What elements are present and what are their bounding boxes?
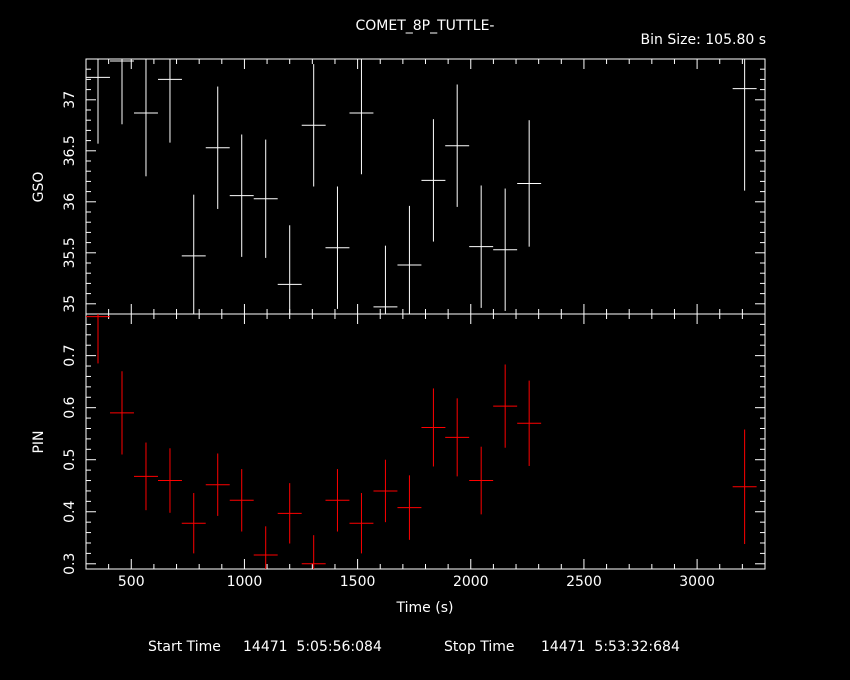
stop-time-value: 14471 5:53:32:684: [541, 639, 680, 655]
gso-y-tick-label: 36.5: [62, 135, 78, 166]
gso-y-tick-label: 35: [62, 295, 78, 313]
footer-times: Start Time 14471 5:05:56:084 Stop Time 1…: [148, 639, 680, 655]
gso-y-axis-label: GSO: [31, 172, 47, 203]
pin-y-tick-label: 0.6: [62, 396, 78, 418]
x-tick-label: 1500: [340, 574, 376, 590]
x-tick-label: 2000: [453, 574, 489, 590]
x-tick-label: 3000: [679, 574, 715, 590]
gso-y-tick-label: 35.5: [62, 237, 78, 268]
pin-panel: 500 1000 1500 2000 2500 3000 0.3 0.4 0.5 0.6 0.7 P…: [31, 313, 766, 616]
pin-y-tick-label: 0.7: [62, 344, 78, 366]
pin-y-tick-label: 0.3: [62, 553, 78, 575]
x-axis-label: Time (s): [396, 600, 454, 616]
pin-y-tick-label: 0.5: [62, 449, 78, 471]
gso-plot-frame: [85, 58, 766, 315]
pin-y-axis-label: PIN: [31, 430, 47, 453]
stop-time-label: Stop Time: [444, 639, 515, 655]
lightcurve-figure: COMET_8P_TUTTLE- Bin Size: 105.80 s 3535…: [31, 18, 766, 655]
gso-y-tick-label: 37: [62, 91, 78, 109]
pin-data-points: [86, 314, 757, 569]
gso-data-points: [86, 59, 757, 314]
gso-panel: 35 35.5 36 36.5 37 GSO: [31, 58, 766, 315]
pin-plot-frame: [85, 313, 766, 570]
start-time-label: Start Time: [148, 639, 221, 655]
x-tick-label: 2500: [566, 574, 602, 590]
x-tick-label: 1000: [227, 574, 263, 590]
gso-axis-ticks: 35 35.5 36 36.5 37: [62, 59, 766, 315]
pin-axis-ticks: 500 1000 1500 2000 2500 3000 0.3 0.4 0.5 0.6 0.7: [62, 314, 766, 590]
gso-y-tick-label: 36: [62, 193, 78, 211]
x-tick-label: 500: [118, 574, 145, 590]
bin-size-label: Bin Size: 105.80 s: [641, 32, 766, 48]
start-time-value: 14471 5:05:56:084: [243, 639, 382, 655]
chart-title: COMET_8P_TUTTLE-: [356, 18, 495, 34]
pin-y-tick-label: 0.4: [62, 501, 78, 523]
